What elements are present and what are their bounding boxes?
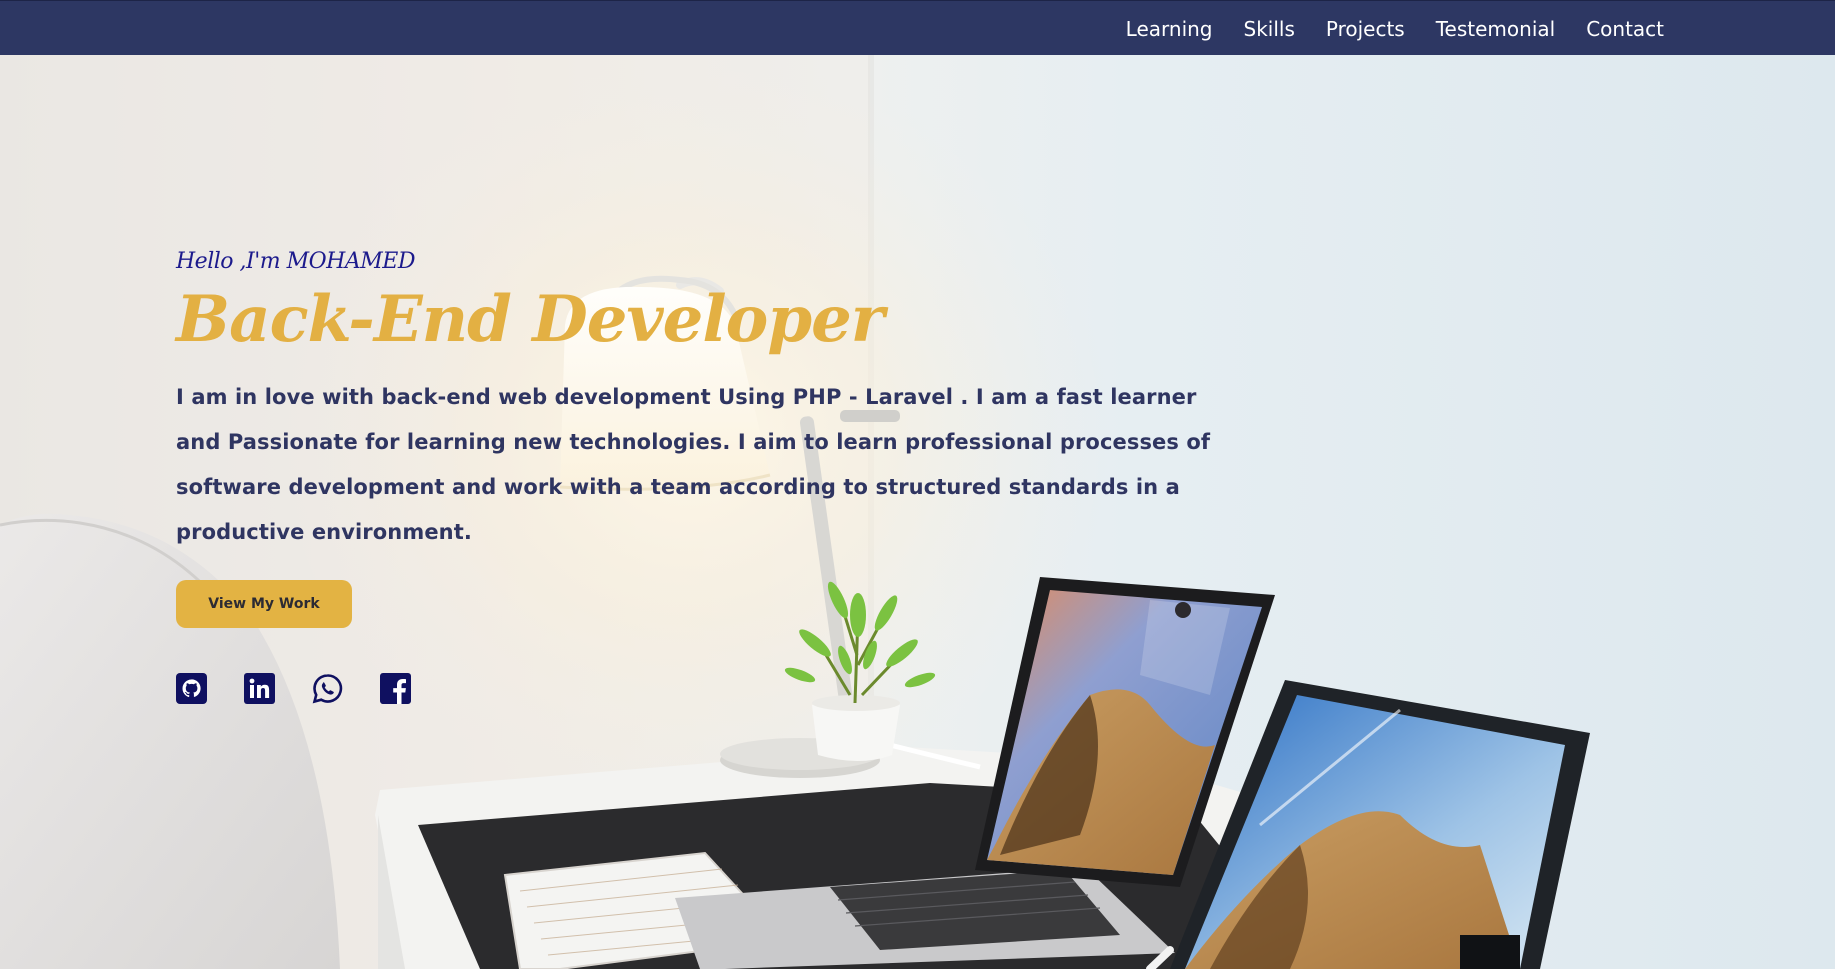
hero-role-title: Back-End Developer	[176, 282, 885, 357]
view-my-work-button[interactable]: View My Work	[176, 580, 352, 628]
top-navbar: Learning Skills Projects Testemonial Con…	[0, 0, 1835, 55]
nav-links: Learning Skills Projects Testemonial Con…	[1126, 1, 1664, 56]
github-icon[interactable]	[176, 673, 207, 704]
hero-bio: I am in love with back-end web developme…	[176, 385, 1211, 544]
hero-section: Hello ,I'm MOHAMED Back-End Developer I …	[176, 246, 1246, 704]
whatsapp-icon[interactable]	[312, 673, 343, 704]
nav-link-contact[interactable]: Contact	[1586, 17, 1664, 41]
nav-link-testemonial[interactable]: Testemonial	[1436, 17, 1555, 41]
linkedin-icon[interactable]	[244, 673, 275, 704]
nav-link-skills[interactable]: Skills	[1244, 17, 1295, 41]
hero-greeting: Hello ,I'm MOHAMED	[176, 249, 415, 274]
nav-link-learning[interactable]: Learning	[1126, 17, 1213, 41]
nav-link-projects[interactable]: Projects	[1326, 17, 1405, 41]
social-links	[176, 673, 411, 704]
facebook-icon[interactable]	[380, 673, 411, 704]
